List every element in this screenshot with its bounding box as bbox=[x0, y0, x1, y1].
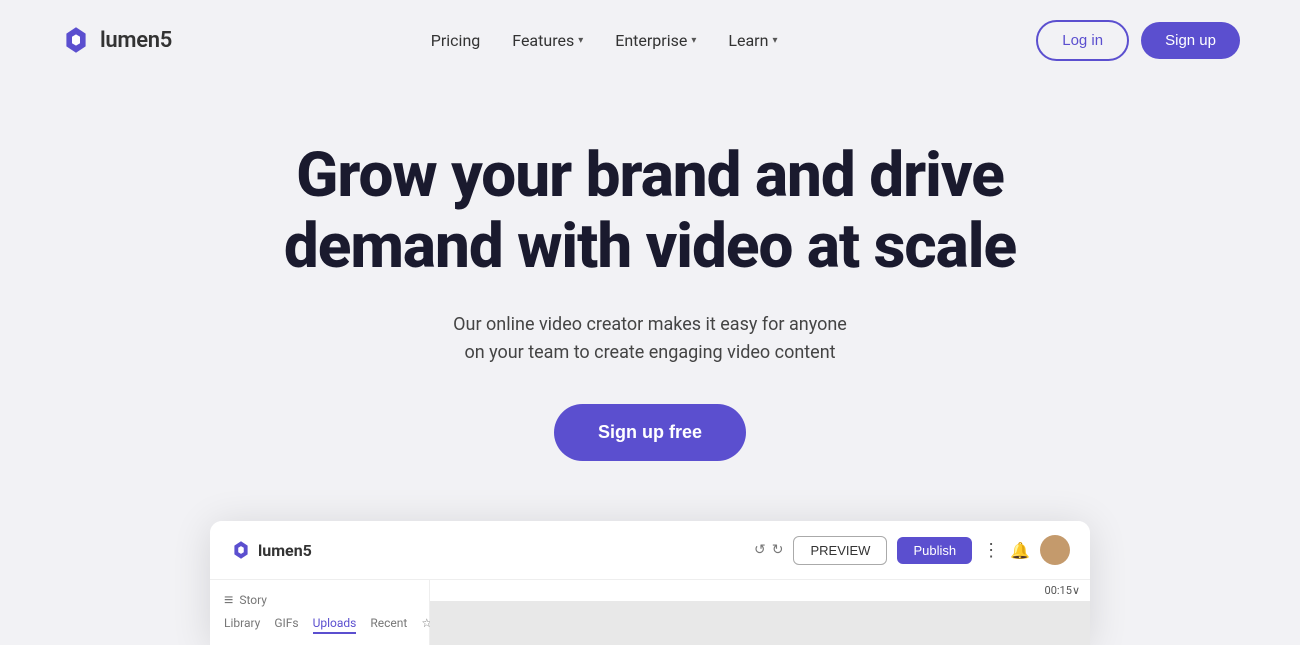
learn-chevron-icon: ▾ bbox=[772, 35, 777, 46]
login-button[interactable]: Log in bbox=[1036, 20, 1129, 61]
app-logo: lumen5 bbox=[230, 539, 312, 561]
app-logo-text: lumen5 bbox=[258, 541, 312, 560]
avatar bbox=[1040, 535, 1070, 565]
nav-learn[interactable]: Learn ▾ bbox=[728, 31, 777, 50]
redo-button[interactable]: ↻ bbox=[772, 542, 784, 558]
library-tabs: Library GIFs Uploads Recent ☆ bbox=[224, 616, 415, 634]
app-main-area: 00:15 ∨ bbox=[430, 580, 1090, 645]
story-label: ≡ Story bbox=[224, 590, 415, 610]
signup-nav-button[interactable]: Sign up bbox=[1141, 22, 1240, 59]
nav-features[interactable]: Features ▾ bbox=[512, 31, 583, 50]
tab-library[interactable]: Library bbox=[224, 616, 260, 634]
preview-button[interactable]: PREVIEW bbox=[793, 536, 887, 565]
features-chevron-icon: ▾ bbox=[578, 35, 583, 46]
app-logo-icon bbox=[230, 539, 252, 561]
tab-gifs[interactable]: GIFs bbox=[274, 616, 298, 634]
logo[interactable]: lumen5 bbox=[60, 24, 172, 56]
lumen5-logo-icon bbox=[60, 24, 92, 56]
publish-button[interactable]: Publish bbox=[897, 537, 972, 564]
navbar: lumen5 Pricing Features ▾ Enterprise ▾ L… bbox=[0, 0, 1300, 80]
app-topbar: lumen5 ↺ ↻ PREVIEW Publish ⋮ 🔔 bbox=[210, 521, 1090, 580]
nav-links: Pricing Features ▾ Enterprise ▾ Learn ▾ bbox=[431, 31, 778, 50]
nav-actions: Log in Sign up bbox=[1036, 20, 1240, 61]
kebab-menu-icon[interactable]: ⋮ bbox=[982, 540, 1000, 561]
undo-button[interactable]: ↺ bbox=[754, 542, 766, 558]
bell-icon[interactable]: 🔔 bbox=[1010, 541, 1030, 560]
app-content: ≡ Story Library GIFs Uploads Recent ☆ 00… bbox=[210, 580, 1090, 645]
tab-recent[interactable]: Recent bbox=[370, 616, 407, 634]
nav-pricing[interactable]: Pricing bbox=[431, 31, 481, 50]
hero-section: Grow your brand and drive demand with vi… bbox=[0, 80, 1300, 501]
hero-title: Grow your brand and drive demand with vi… bbox=[284, 140, 1016, 283]
timer-display: 00:15 ∨ bbox=[430, 580, 1090, 601]
signup-hero-button[interactable]: Sign up free bbox=[554, 404, 746, 461]
nav-enterprise[interactable]: Enterprise ▾ bbox=[615, 31, 696, 50]
expand-icon: ∨ bbox=[1072, 584, 1080, 597]
story-icon: ≡ bbox=[224, 590, 233, 610]
undo-redo-controls: ↺ ↻ bbox=[754, 542, 783, 558]
app-topbar-right: ↺ ↻ PREVIEW Publish ⋮ 🔔 bbox=[754, 535, 1070, 565]
app-sidebar: ≡ Story Library GIFs Uploads Recent ☆ bbox=[210, 580, 430, 645]
logo-text: lumen5 bbox=[100, 28, 172, 53]
tab-uploads[interactable]: Uploads bbox=[313, 616, 357, 634]
hero-subtitle: Our online video creator makes it easy f… bbox=[453, 311, 847, 369]
enterprise-chevron-icon: ▾ bbox=[691, 35, 696, 46]
app-preview: lumen5 ↺ ↻ PREVIEW Publish ⋮ 🔔 ≡ Story L… bbox=[210, 521, 1090, 645]
